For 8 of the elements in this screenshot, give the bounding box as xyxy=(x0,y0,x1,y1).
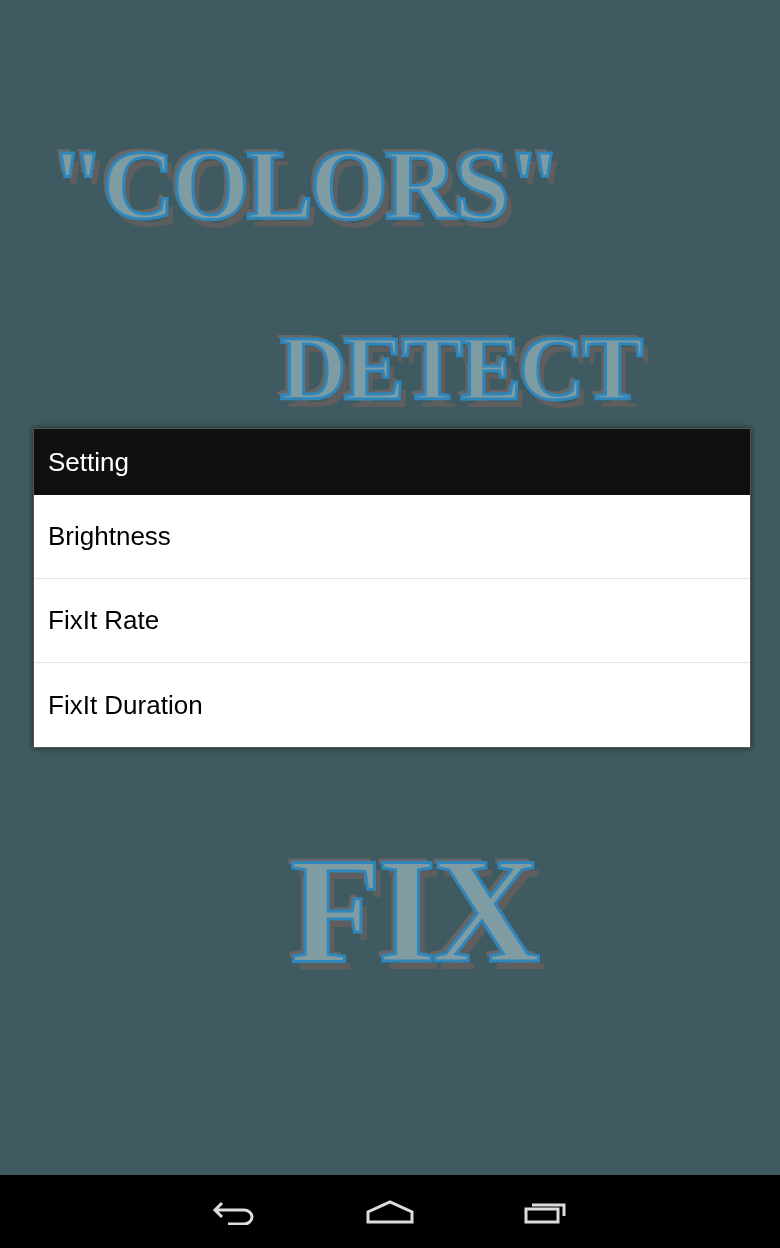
menu-item[interactable]: FixIt Rate xyxy=(34,579,750,663)
menu-item[interactable]: FixIt Duration xyxy=(34,663,750,747)
menu-item[interactable]: Brightness xyxy=(34,495,750,579)
home-icon[interactable] xyxy=(366,1199,414,1224)
dialog-title: Setting xyxy=(48,445,129,479)
logo-text: DETECT xyxy=(280,322,641,414)
logo-text: "COLORS" xyxy=(50,135,560,235)
logo-text: FIX xyxy=(290,835,537,985)
